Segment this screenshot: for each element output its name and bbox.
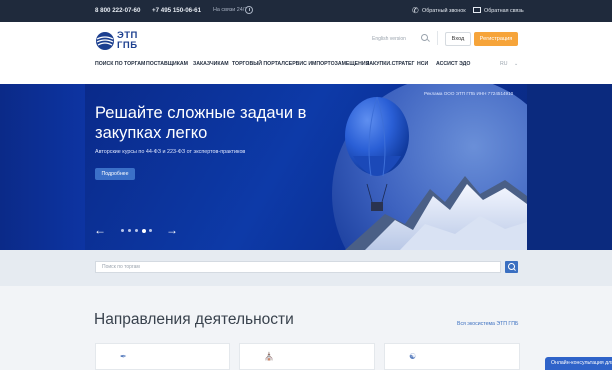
login-button[interactable]: Вход: [445, 32, 471, 46]
search-input[interactable]: Поиск по торгам: [95, 261, 501, 273]
top-bar: 8 800 222-07-60 +7 495 150-06-61 На связ…: [0, 0, 612, 22]
search-icon[interactable]: [421, 34, 428, 41]
section-title: Направления деятельности: [94, 311, 294, 328]
slider-dot[interactable]: [135, 229, 138, 232]
ecosystem-link[interactable]: Вся экосистема ЭТП ГПБ: [457, 321, 518, 327]
feedback-link[interactable]: Обратная связь: [484, 8, 524, 14]
hero-bg-right: [527, 84, 612, 250]
nav-item-strateg[interactable]: ЗАКУПКИ.СТРАТЕГ: [366, 61, 414, 67]
nav-item-trade-portal[interactable]: ТОРГОВЫЙ ПОРТАЛ: [232, 61, 285, 67]
logo-line-2: ГПБ: [117, 40, 138, 51]
divider: [437, 31, 438, 45]
hero-title: Решайте сложные задачи в закупках легко: [95, 104, 307, 142]
logo-globe-icon[interactable]: [95, 31, 115, 51]
nav-item-customers[interactable]: ЗАКАЗЧИКАМ: [193, 61, 229, 67]
nav-item-import[interactable]: СЕРВИС ИМПОРТОЗАМЕЩЕНИЯ: [285, 61, 369, 67]
hero-subtitle: Авторские курсы по 44-ФЗ и 223-ФЗ от экс…: [95, 149, 246, 155]
nav-item-assist[interactable]: АССИСТ ЭДО: [436, 61, 470, 67]
clock-icon: [245, 6, 253, 14]
chevron-down-icon[interactable]: ⌄: [514, 61, 518, 67]
more-button[interactable]: Подробнее: [95, 168, 135, 180]
slider-dot[interactable]: [128, 229, 131, 232]
hotline-label: На связи 24/7: [213, 7, 248, 13]
mail-icon[interactable]: [473, 7, 481, 13]
direction-card[interactable]: ⛪: [239, 343, 375, 370]
pen-icon: ✒: [120, 352, 127, 361]
callback-link[interactable]: Обратный звонок: [422, 8, 466, 14]
search-button[interactable]: [505, 261, 518, 273]
direction-card[interactable]: ✒: [95, 343, 230, 370]
handshake-icon: ☯: [409, 352, 417, 361]
nav-item-suppliers[interactable]: ПОСТАВЩИКАМ: [146, 61, 188, 67]
language-select[interactable]: RU: [500, 61, 508, 67]
phone-icon[interactable]: ✆: [412, 6, 420, 15]
hero-bg-left: [0, 84, 85, 250]
slider-dot[interactable]: [149, 229, 152, 232]
ad-disclaimer: Реклама ООО ЭТП ГПБ ИНН 7724514910: [424, 91, 514, 96]
arrow-right-icon[interactable]: →: [166, 224, 178, 236]
hero-banner: Решайте сложные задачи в закупках легко …: [85, 84, 527, 250]
logo-text[interactable]: ЭТП ГПБ: [117, 31, 138, 51]
nav-item-nsi[interactable]: НСИ: [417, 61, 428, 67]
arrow-left-icon[interactable]: ←: [94, 224, 106, 236]
slider-dot[interactable]: [121, 229, 124, 232]
phone-main[interactable]: 8 800 222-07-60: [95, 7, 140, 14]
slider-dot[interactable]: [142, 228, 146, 233]
register-button[interactable]: Регистрация: [474, 32, 518, 46]
building-icon: ⛪: [264, 352, 274, 361]
site-header: ЭТП ГПБ English version Вход Регистрация…: [0, 22, 612, 84]
balloon-mountain-illustration: [332, 84, 527, 250]
online-consult-button[interactable]: Онлайн-консультация для: [545, 357, 612, 370]
slider-dots: [121, 228, 161, 233]
direction-card[interactable]: ☯: [384, 343, 520, 370]
phone-moscow[interactable]: +7 495 150-06-61: [152, 7, 201, 14]
nav-item-search[interactable]: ПОИСК ПО ТОРГАМ: [95, 61, 145, 67]
english-version-link[interactable]: English version: [372, 36, 406, 42]
